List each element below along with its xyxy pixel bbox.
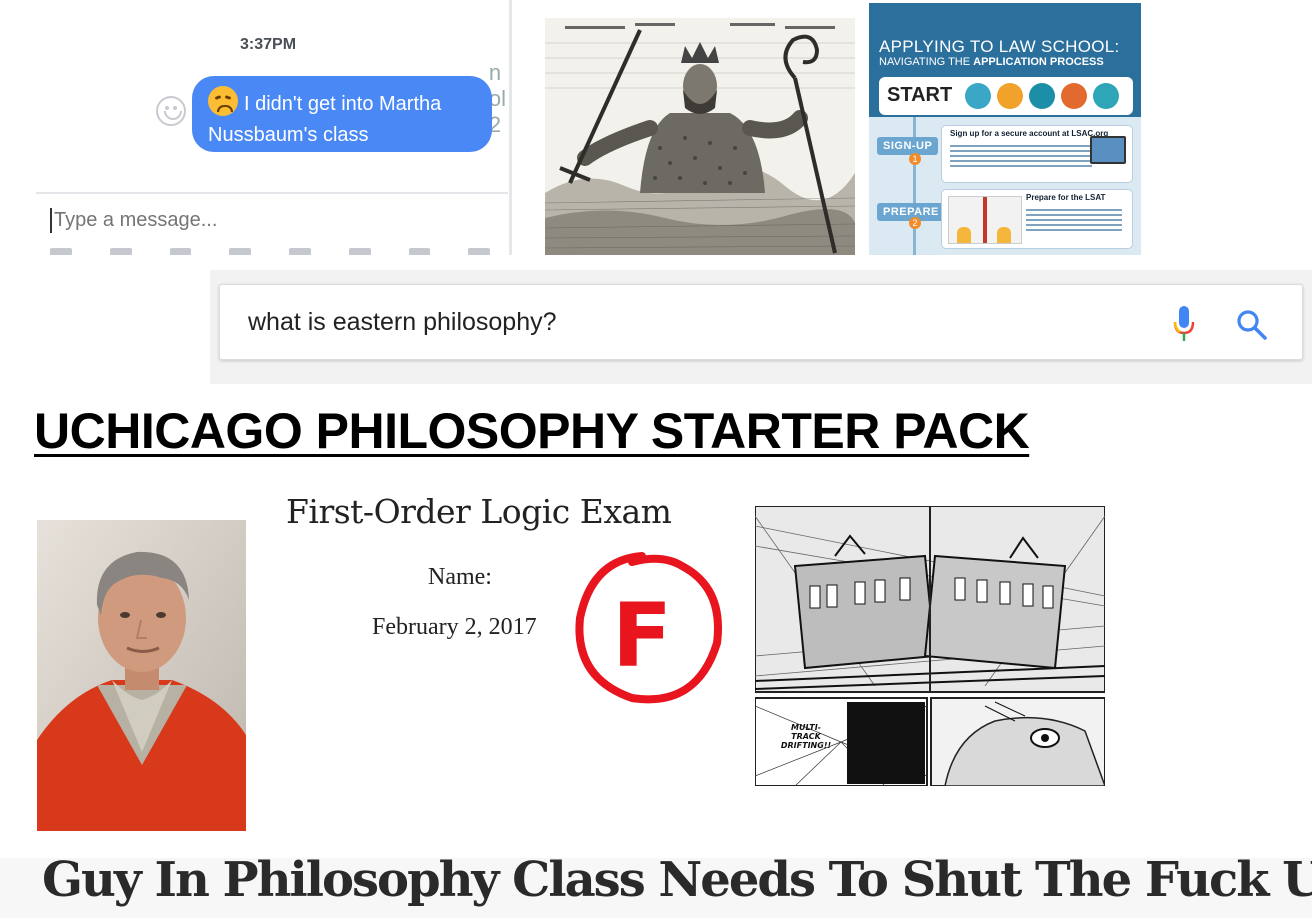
book-icon <box>948 196 1022 244</box>
avatar-icon <box>1029 83 1055 109</box>
leviathan-illustration <box>545 18 855 255</box>
step-details <box>1026 206 1122 234</box>
composer-toolbar <box>50 248 490 255</box>
search-icon[interactable] <box>1236 309 1268 341</box>
step-details <box>950 142 1092 170</box>
failing-grade-mark: F <box>575 552 722 704</box>
step-number: 1 <box>909 153 921 165</box>
avatar-icon <box>1093 83 1119 109</box>
step-heading: Sign up for a secure account at LSAC.org <box>950 129 1109 138</box>
professor-portrait <box>37 520 246 831</box>
panel-divider <box>509 0 512 255</box>
message-timestamp: 3:37PM <box>240 36 297 53</box>
professor-photo <box>37 520 246 831</box>
grade-letter: F <box>612 584 672 687</box>
mic-icon[interactable] <box>1172 305 1196 343</box>
law-school-infographic: APPLYING TO LAW SCHOOL: NAVIGATING THE A… <box>869 3 1141 255</box>
avatar-icon <box>965 83 991 109</box>
infographic-subtitle: NAVIGATING THE APPLICATION PROCESS <box>879 56 1104 68</box>
infographic-steps: SIGN-UP 1 Sign up for a secure account a… <box>869 117 1141 255</box>
article-headline: Guy In Philosophy Class Needs To Shut Th… <box>42 852 1312 908</box>
emoji-reaction-icon[interactable] <box>156 96 186 126</box>
exam-title: First-Order Logic Exam <box>286 492 672 531</box>
step-label-signup: SIGN-UP <box>877 137 939 155</box>
exam-name-label: Name: <box>428 564 492 590</box>
message-text: I didn't get into Martha Nussbaum's clas… <box>208 93 442 146</box>
avatar-icon <box>997 83 1023 109</box>
messenger-screenshot: n ol 2 3:37PM I didn't get into Martha Nus… <box>36 0 512 255</box>
step-card-prepare: Prepare for the LSAT <box>941 189 1133 249</box>
message-input[interactable] <box>50 208 456 233</box>
exam-date: February 2, 2017 <box>372 614 537 640</box>
avatar-icon <box>1061 83 1087 109</box>
step-card-signup: Sign up for a secure account at LSAC.org <box>941 125 1133 183</box>
infographic-title: APPLYING TO LAW SCHOOL: <box>879 37 1120 56</box>
sad-face-icon <box>208 86 238 116</box>
manga-panels: MULTI-TRACK DRIFTING!! <box>755 506 1105 786</box>
search-box <box>219 284 1303 360</box>
start-row: START <box>879 77 1133 115</box>
message-bubble: I didn't get into Martha Nussbaum's clas… <box>192 76 492 152</box>
tablet-icon <box>1090 136 1126 164</box>
step-heading: Prepare for the LSAT <box>1026 193 1106 202</box>
step-number: 2 <box>909 217 921 229</box>
manga-caption: MULTI-TRACK DRIFTING!! <box>780 723 832 750</box>
start-label: START <box>887 84 953 106</box>
search-input[interactable] <box>246 307 1130 338</box>
leviathan-engraving <box>545 18 855 255</box>
page-title: UCHICAGO PHILOSOPHY STARTER PACK <box>34 403 1030 459</box>
